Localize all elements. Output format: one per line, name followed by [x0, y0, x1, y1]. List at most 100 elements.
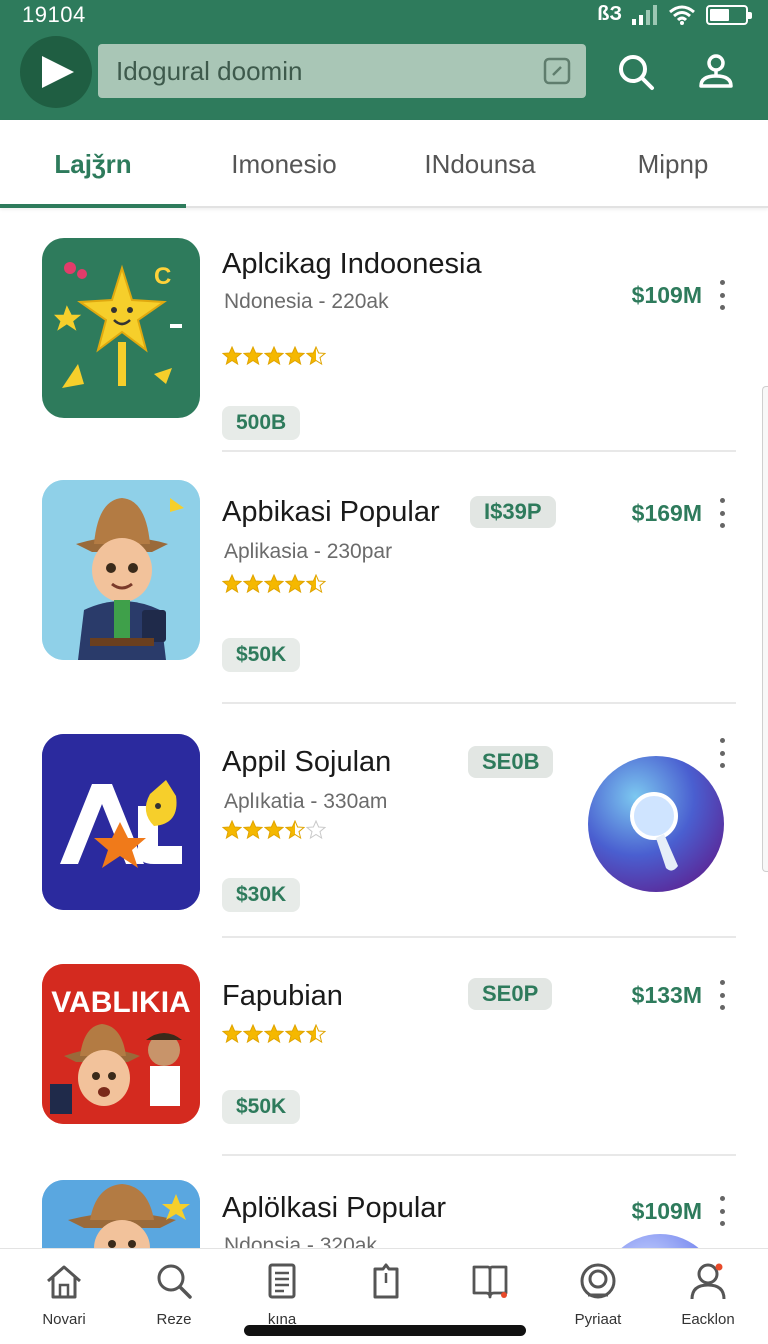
star-icon: [243, 820, 263, 840]
install-count-badge: $50K: [222, 1090, 301, 1124]
star-icon: [264, 574, 284, 594]
scrollbar[interactable]: [762, 386, 768, 872]
star-icon: [243, 574, 263, 594]
app-title: Appil Sojulan: [222, 746, 392, 778]
nav-documents[interactable]: kına: [234, 1259, 330, 1335]
nav-search[interactable]: Reze: [126, 1259, 222, 1335]
install-count-badge: $50K: [222, 638, 301, 672]
account-icon: [699, 54, 733, 88]
app-subtitle: Aplikasia - 230par: [224, 540, 393, 563]
list-item[interactable]: Apbikasi Popular I$39P Aplikasia - 230pa…: [0, 480, 768, 690]
account-button[interactable]: [692, 48, 740, 96]
star-icon: [285, 820, 305, 840]
more-options-icon[interactable]: [714, 980, 730, 1010]
status-bar: 19104 ßЗ: [0, 0, 768, 28]
star-icon: [306, 1024, 326, 1044]
star-icon: [222, 346, 242, 366]
rating-stars: [222, 346, 326, 366]
star-icon: [222, 574, 242, 594]
battery-icon: [706, 4, 752, 25]
more-options-icon[interactable]: [714, 280, 730, 310]
search-icon: [152, 1259, 196, 1303]
nav-library[interactable]: [442, 1259, 538, 1335]
cowboy-boy-icon: [42, 1180, 200, 1248]
status-icons: ßЗ: [597, 3, 752, 26]
app-price: $169M: [631, 500, 702, 526]
nav-bookmarks[interactable]: [338, 1259, 434, 1335]
edit-icon[interactable]: [542, 56, 572, 86]
home-indicator[interactable]: [244, 1325, 526, 1336]
more-options-icon[interactable]: [714, 1196, 730, 1226]
signal-icon: [632, 4, 657, 25]
app-subtitle: Ndonesia - 220ak: [224, 290, 389, 313]
app-price: $109M: [631, 1198, 702, 1224]
cowboy-boy-icon: [42, 480, 200, 660]
app-preview-orb: [588, 756, 724, 892]
nav-profile[interactable]: Eacklon: [660, 1259, 756, 1335]
wifi-icon: [669, 5, 695, 25]
header-search-button[interactable]: [612, 48, 660, 96]
nav-label: Reze: [156, 1311, 192, 1328]
star-icon: [243, 1024, 263, 1044]
tab-imonesio[interactable]: Imonesio: [186, 120, 382, 208]
divider: [222, 936, 736, 938]
search-icon: [619, 55, 654, 90]
tab-mipnp[interactable]: Mipnp: [578, 120, 768, 208]
book-icon: [468, 1259, 512, 1303]
search-input[interactable]: Idogural doomin: [98, 44, 586, 98]
app-tag: SE0B: [468, 746, 554, 778]
app-tag: SE0P: [468, 978, 553, 1010]
document-icon: [260, 1259, 304, 1303]
star-icon: [264, 820, 284, 840]
star-icon: [285, 574, 305, 594]
category-tabs: Lajǯrn Imonesio INdounsa Mipnp: [0, 120, 768, 208]
list-item[interactable]: Aplölkasi Popular Ndonsia - 320ak $109M: [0, 1178, 768, 1248]
star-icon: [285, 1024, 305, 1044]
app-title: Apbikasi Popular: [222, 496, 440, 528]
rating-stars: [222, 1024, 326, 1044]
star-icon: [306, 574, 326, 594]
divider: [222, 702, 736, 704]
install-count-badge: $30K: [222, 878, 301, 912]
nav-home[interactable]: Novari: [16, 1259, 112, 1335]
svg-text:VABLIKIA: VABLIKIA: [51, 986, 190, 1019]
list-item[interactable]: Appil Sojulan SE0B Aplıkatia - 330am $30…: [0, 732, 768, 942]
nav-camera[interactable]: Pyriaat: [550, 1259, 646, 1335]
app-tag: I$39P: [470, 496, 556, 528]
app-title: Fapubian: [222, 980, 343, 1012]
divider: [222, 1154, 736, 1156]
play-logo-button[interactable]: [20, 36, 92, 108]
nav-label: Eacklon: [681, 1311, 735, 1328]
app-subtitle: Ndonsia - 320ak: [224, 1234, 377, 1248]
app-title: Aplölkasi Popular: [222, 1192, 447, 1224]
app-list: C Aplcikag Indoonesia Ndonesia - 220ak 5…: [0, 210, 768, 1248]
more-options-icon[interactable]: [714, 498, 730, 528]
tab-lajarn[interactable]: Lajǯrn: [0, 120, 186, 208]
bookmark-icon: [364, 1259, 408, 1303]
vablikia-game-icon: VABLIKIA: [42, 964, 200, 1124]
star-icon: [264, 1024, 284, 1044]
star-character-icon: C: [42, 238, 200, 418]
tab-indounsa[interactable]: INdounsa: [382, 120, 578, 208]
rating-stars: [222, 574, 326, 594]
nav-label: Pyriaat: [574, 1311, 622, 1328]
star-icon: [222, 1024, 242, 1044]
svg-text:C: C: [154, 263, 171, 290]
battery-level: [710, 8, 729, 21]
star-icon: [243, 346, 263, 366]
app-price: $109M: [631, 282, 702, 308]
app-header: 19104 ßЗ Idogural doomin: [0, 0, 768, 120]
star-icon: [264, 346, 284, 366]
rating-stars: [222, 820, 326, 840]
status-time: 19104: [22, 2, 86, 27]
star-icon: [285, 346, 305, 366]
carrier-label: ßЗ: [597, 3, 622, 25]
home-icon: [42, 1259, 86, 1303]
install-count-badge: 500B: [222, 406, 301, 440]
star-icon: [306, 346, 326, 366]
list-item[interactable]: VABLIKIA Fapubian SE0P $50K $133M: [0, 962, 768, 1170]
play-triangle-icon: [42, 56, 74, 88]
list-item[interactable]: C Aplcikag Indoonesia Ndonesia - 220ak 5…: [0, 238, 768, 450]
app-subtitle: Aplıkatia - 330am: [224, 790, 388, 813]
star-icon: [306, 820, 326, 840]
